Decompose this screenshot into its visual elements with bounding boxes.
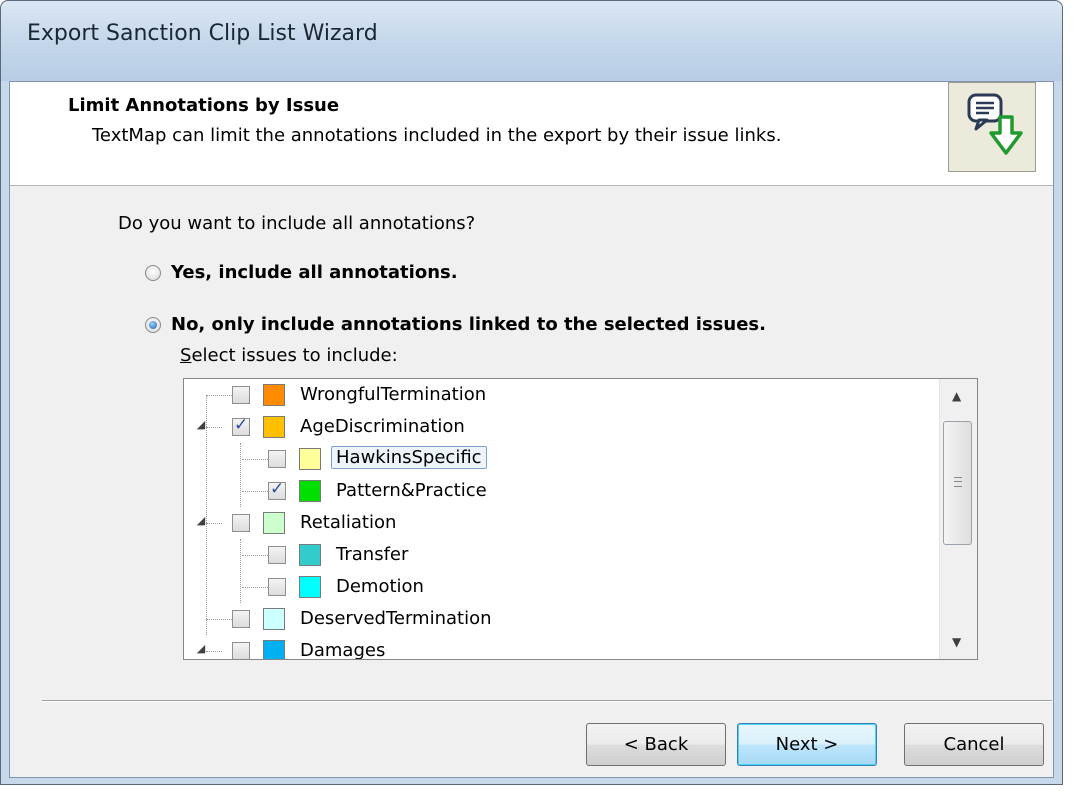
tree-item[interactable]: ◢ AgeDiscrimination (184, 411, 939, 443)
tree-connector (242, 587, 268, 588)
issue-label: Transfer (336, 544, 409, 565)
collapse-icon[interactable]: ◢ (196, 419, 206, 430)
tree-connector (242, 459, 268, 460)
issue-checkbox[interactable] (268, 546, 286, 564)
include-all-option[interactable]: Yes, include all annotations. (145, 262, 458, 283)
annotation-export-icon (948, 82, 1036, 172)
tree-scrollbar[interactable]: ▲ ▼ (939, 379, 977, 659)
select-issues-label: Select issues to include: (180, 345, 398, 366)
scroll-thumb[interactable] (943, 421, 972, 545)
issue-checkbox[interactable] (232, 642, 250, 659)
issue-label: DeservedTermination (300, 608, 492, 629)
footer-divider (42, 700, 1052, 702)
issue-label: HawkinsSpecific (331, 446, 487, 469)
issue-label: WrongfulTermination (300, 384, 487, 405)
issue-checkbox[interactable] (232, 514, 250, 532)
issue-color-swatch (263, 608, 285, 630)
issue-color-swatch (299, 576, 321, 598)
include-selected-radio[interactable] (145, 316, 161, 333)
select-issues-label-text: elect issues to include: (191, 345, 398, 366)
tree-item[interactable]: WrongfulTermination (184, 379, 939, 411)
window-title: Export Sanction Clip List Wizard (27, 21, 378, 46)
issues-tree-rows: WrongfulTermination ◢ AgeDiscrimination Haw… (184, 379, 939, 659)
issue-checkbox[interactable] (268, 450, 286, 468)
issue-label: Demotion (336, 576, 424, 597)
wizard-window: Export Sanction Clip List Wizard Limit A… (0, 0, 1063, 785)
tree-connector (206, 427, 222, 428)
issue-checkbox[interactable] (232, 386, 250, 404)
title-bar[interactable]: Export Sanction Clip List Wizard (1, 1, 1062, 81)
issue-checkbox[interactable] (268, 479, 286, 500)
issues-tree[interactable]: WrongfulTermination ◢ AgeDiscrimination Haw… (183, 378, 978, 660)
issue-label: Damages (300, 640, 386, 660)
issue-color-swatch (299, 480, 321, 502)
page-subtitle: TextMap can limit the annotations includ… (92, 125, 782, 146)
scroll-down-icon[interactable]: ▼ (952, 635, 961, 649)
tree-connector (206, 395, 232, 396)
tree-item[interactable]: HawkinsSpecific (184, 443, 939, 475)
include-all-radio[interactable] (145, 264, 161, 281)
tree-item[interactable]: Demotion (184, 571, 939, 603)
include-all-question: Do you want to include all annotations? (118, 213, 476, 234)
issue-checkbox[interactable] (232, 610, 250, 628)
grip-icon (954, 477, 962, 487)
tree-item[interactable]: Pattern&Practice (184, 475, 939, 507)
next-button[interactable]: Next > (737, 723, 877, 766)
include-all-label: Yes, include all annotations. (171, 262, 458, 283)
issue-checkbox[interactable] (232, 415, 250, 436)
wizard-header: Limit Annotations by Issue TextMap can l… (10, 82, 1053, 186)
tree-connector (206, 619, 232, 620)
tree-connector (242, 491, 268, 492)
tree-connector (242, 555, 268, 556)
tree-connector (206, 523, 222, 524)
tree-item[interactable]: Transfer (184, 539, 939, 571)
tree-item[interactable]: DeservedTermination (184, 603, 939, 635)
cancel-button[interactable]: Cancel (904, 723, 1044, 766)
issue-label: Retaliation (300, 512, 397, 533)
issue-color-swatch (263, 640, 285, 659)
issue-color-swatch (263, 512, 285, 534)
include-selected-label: No, only include annotations linked to t… (171, 314, 766, 335)
wizard-client-area: Limit Annotations by Issue TextMap can l… (9, 81, 1054, 778)
include-selected-option[interactable]: No, only include annotations linked to t… (145, 314, 766, 335)
issue-color-swatch (299, 544, 321, 566)
scroll-up-icon[interactable]: ▲ (952, 389, 961, 403)
collapse-icon[interactable]: ◢ (196, 515, 206, 526)
tree-connector (206, 651, 222, 652)
collapse-icon[interactable]: ◢ (196, 643, 206, 654)
tree-item[interactable]: ◢ Damages (184, 635, 939, 660)
issue-label: AgeDiscrimination (300, 416, 465, 437)
back-button[interactable]: < Back (586, 723, 726, 766)
issue-color-swatch (263, 416, 285, 438)
select-issues-accesskey: S (180, 345, 192, 366)
issue-color-swatch (263, 384, 285, 406)
page-title: Limit Annotations by Issue (68, 95, 340, 116)
issue-color-swatch (299, 448, 321, 470)
issue-checkbox[interactable] (268, 578, 286, 596)
issue-label: Pattern&Practice (336, 480, 487, 501)
tree-item[interactable]: ◢ Retaliation (184, 507, 939, 539)
